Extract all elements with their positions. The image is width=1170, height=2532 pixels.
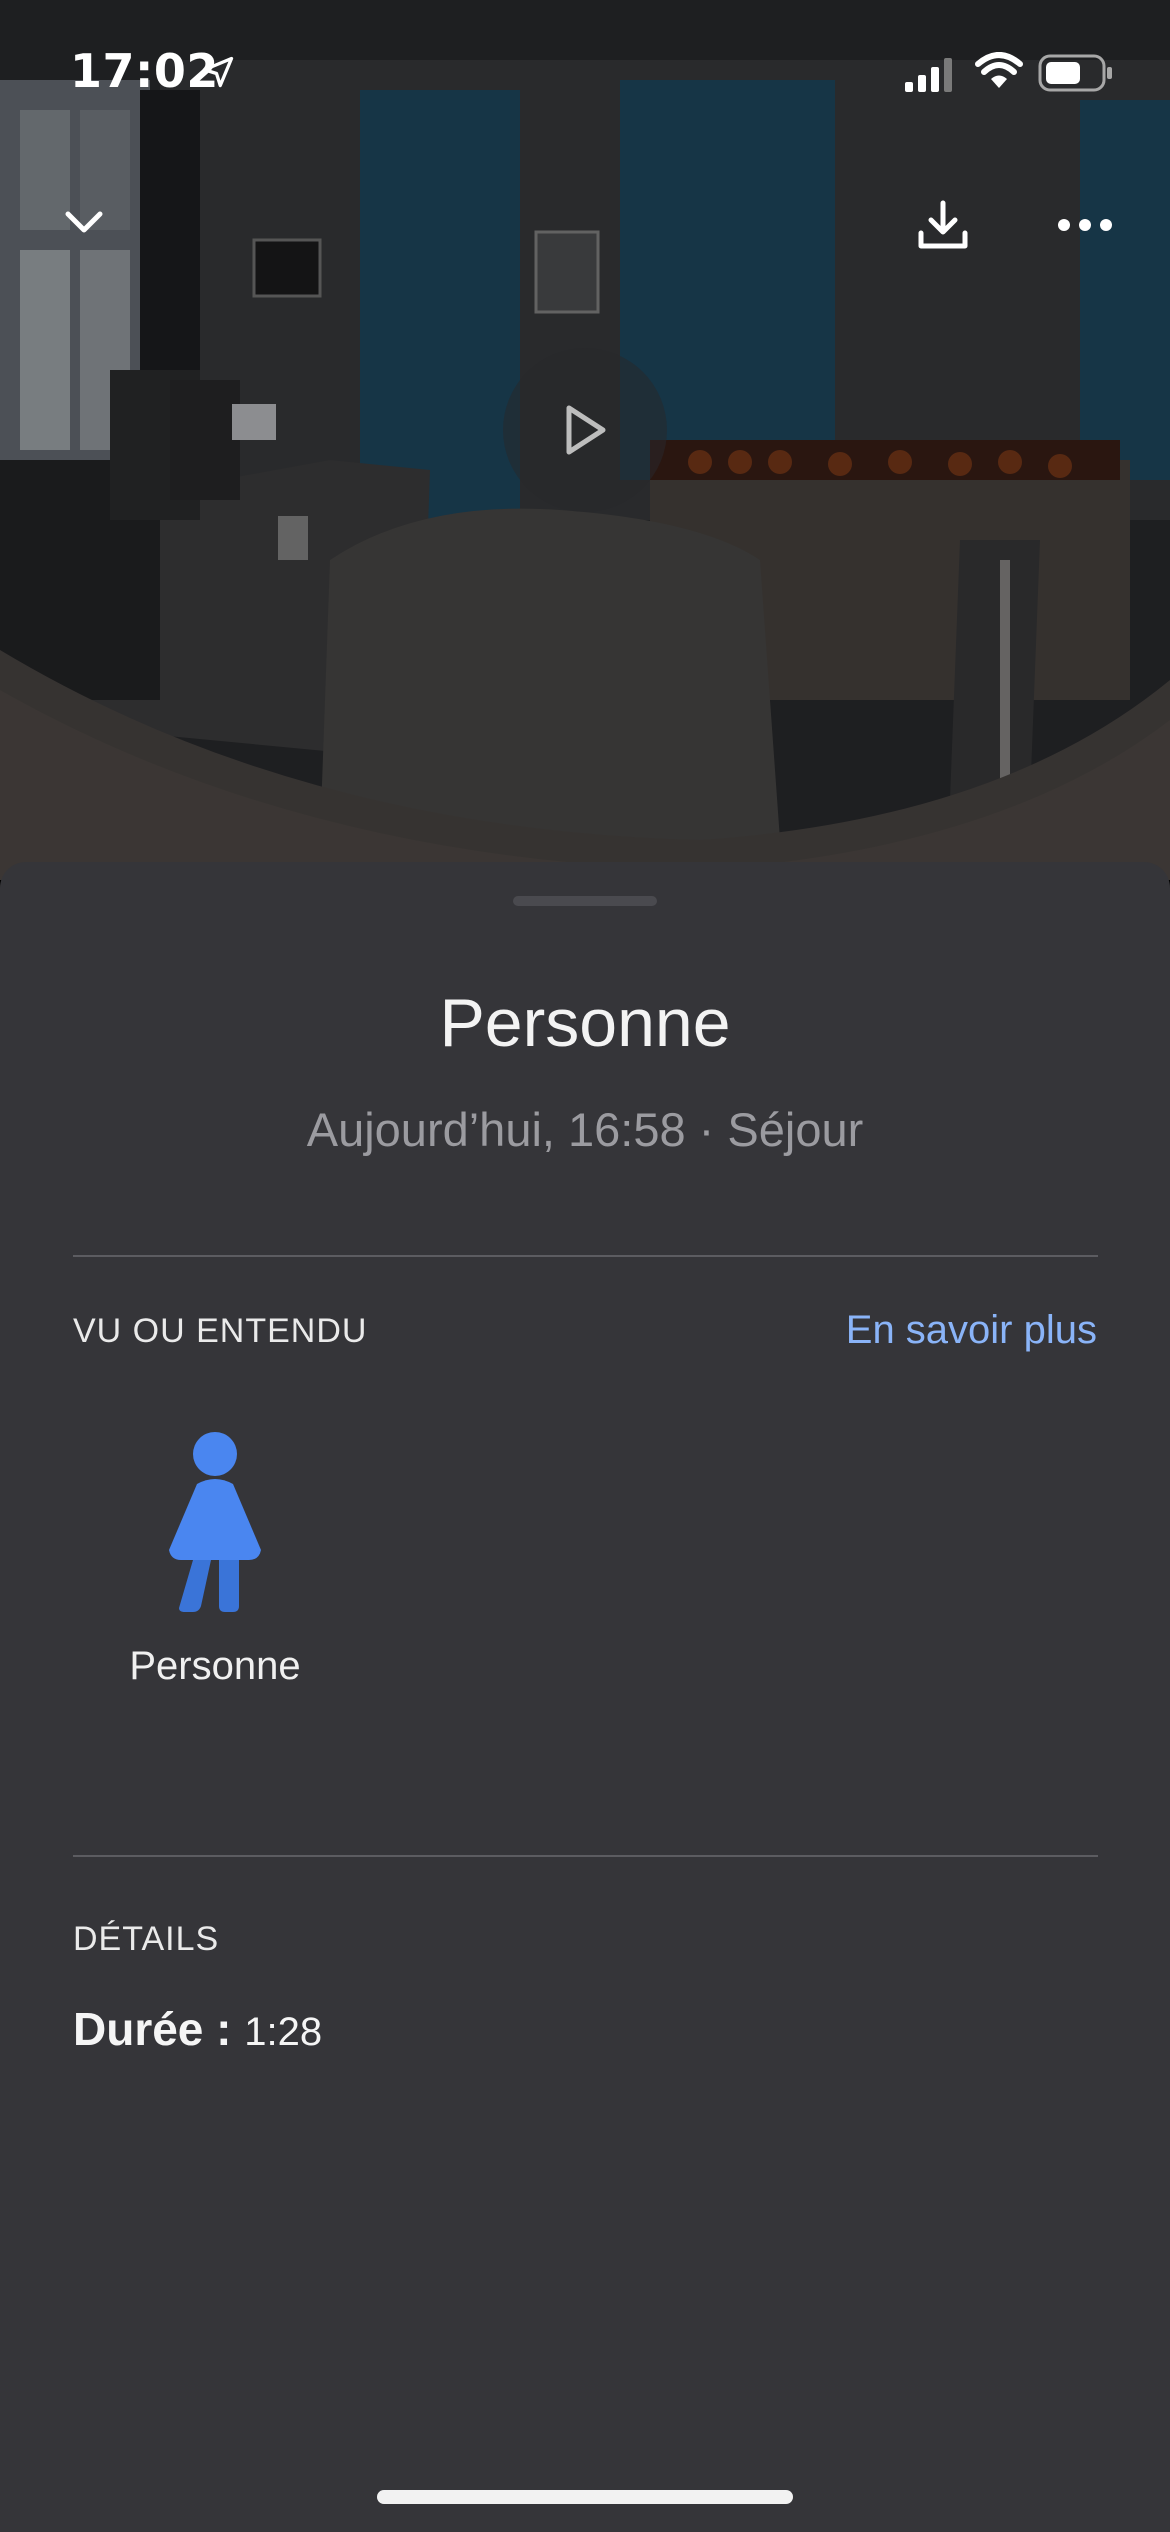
person-icon (169, 1432, 261, 1612)
event-subtitle: Aujourd’hui, 16:58 · Séjour (306, 1103, 864, 1156)
event-title: Personne (439, 985, 731, 1061)
detection-item-person[interactable]: Personne (105, 1432, 325, 1732)
learn-more-link[interactable]: En savoir plus (846, 1308, 1097, 1353)
duration-row: Durée : 1:28 (73, 2002, 322, 2056)
more-options-button[interactable] (1050, 190, 1120, 260)
status-bar: 17:02 (0, 0, 1170, 140)
detection-item-label: Personne (129, 1644, 301, 1688)
event-details-sheet: Personne Aujourd’hui, 16:58 · Séjour VU … (0, 862, 1170, 2532)
download-button[interactable] (908, 190, 978, 260)
seen-or-heard-label: VU OU ENTENDU (73, 1312, 368, 1350)
play-button[interactable] (503, 348, 667, 512)
divider (73, 1255, 1098, 1257)
cellular-signal-icon (905, 58, 952, 92)
details-label: DÉTAILS (73, 1920, 220, 1958)
home-indicator[interactable] (377, 2490, 793, 2504)
download-icon (918, 200, 968, 249)
location-arrow-icon (202, 56, 234, 88)
sheet-grabber[interactable] (513, 896, 657, 906)
chevron-down-icon (65, 211, 103, 233)
duration-value: 1:28 (244, 2010, 323, 2054)
more-horizontal-icon (1058, 219, 1112, 231)
status-time: 17:02 (70, 44, 219, 98)
wifi-icon (975, 52, 1023, 88)
collapse-button[interactable] (52, 190, 116, 254)
duration-label: Durée : (73, 2003, 245, 2055)
divider (73, 1855, 1098, 1857)
battery-icon (1038, 54, 1112, 92)
play-icon (566, 405, 606, 455)
